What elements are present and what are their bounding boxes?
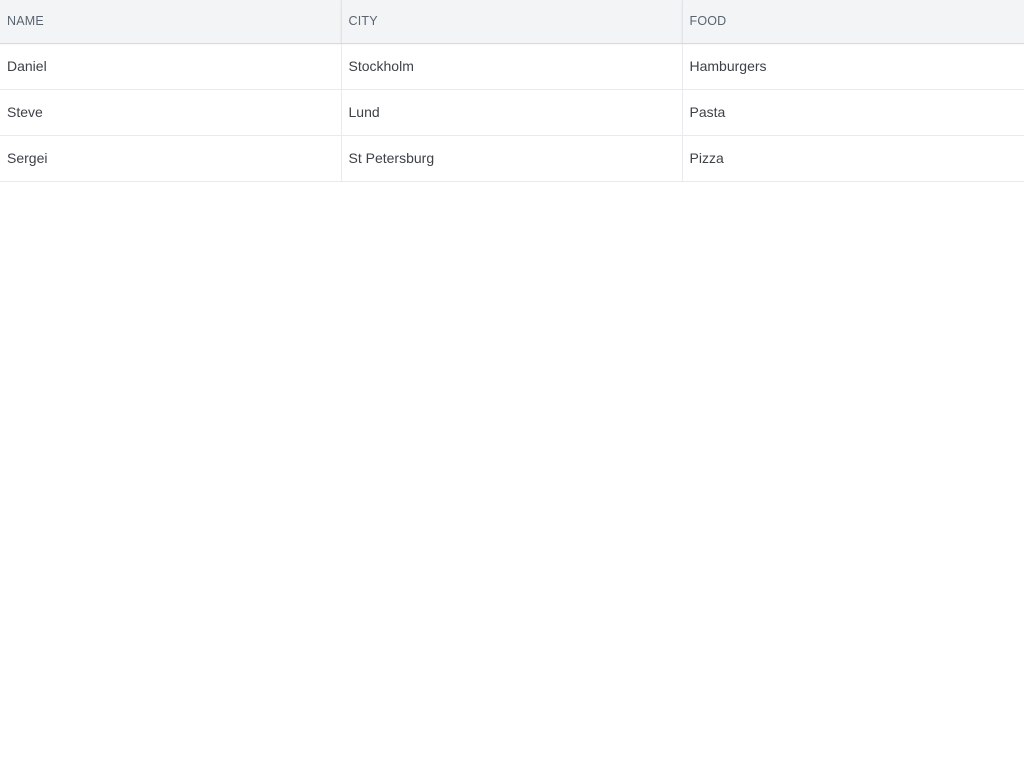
column-header-name[interactable]: NAME — [0, 0, 342, 44]
table-row[interactable]: Sergei St Petersburg Pizza — [0, 135, 1024, 182]
table-row[interactable]: Daniel Stockholm Hamburgers — [0, 43, 1024, 90]
column-header-city[interactable]: CITY — [341, 0, 683, 44]
column-header-food[interactable]: FOOD — [682, 0, 1024, 44]
cell-food[interactable]: Pizza — [682, 135, 1024, 182]
grid-body: Daniel Stockholm Hamburgers Steve Lund P… — [0, 43, 1024, 182]
data-grid: NAME CITY FOOD Daniel Stockholm Hamburge… — [0, 0, 1024, 182]
cell-name[interactable]: Steve — [0, 89, 342, 136]
grid-header: NAME CITY FOOD — [0, 0, 1024, 44]
table-row[interactable]: Steve Lund Pasta — [0, 89, 1024, 136]
cell-food[interactable]: Pasta — [682, 89, 1024, 136]
cell-city[interactable]: Stockholm — [341, 43, 683, 90]
cell-name[interactable]: Sergei — [0, 135, 342, 182]
header-row: NAME CITY FOOD — [0, 0, 1024, 44]
cell-food[interactable]: Hamburgers — [682, 43, 1024, 90]
cell-name[interactable]: Daniel — [0, 43, 342, 90]
cell-city[interactable]: St Petersburg — [341, 135, 683, 182]
cell-city[interactable]: Lund — [341, 89, 683, 136]
